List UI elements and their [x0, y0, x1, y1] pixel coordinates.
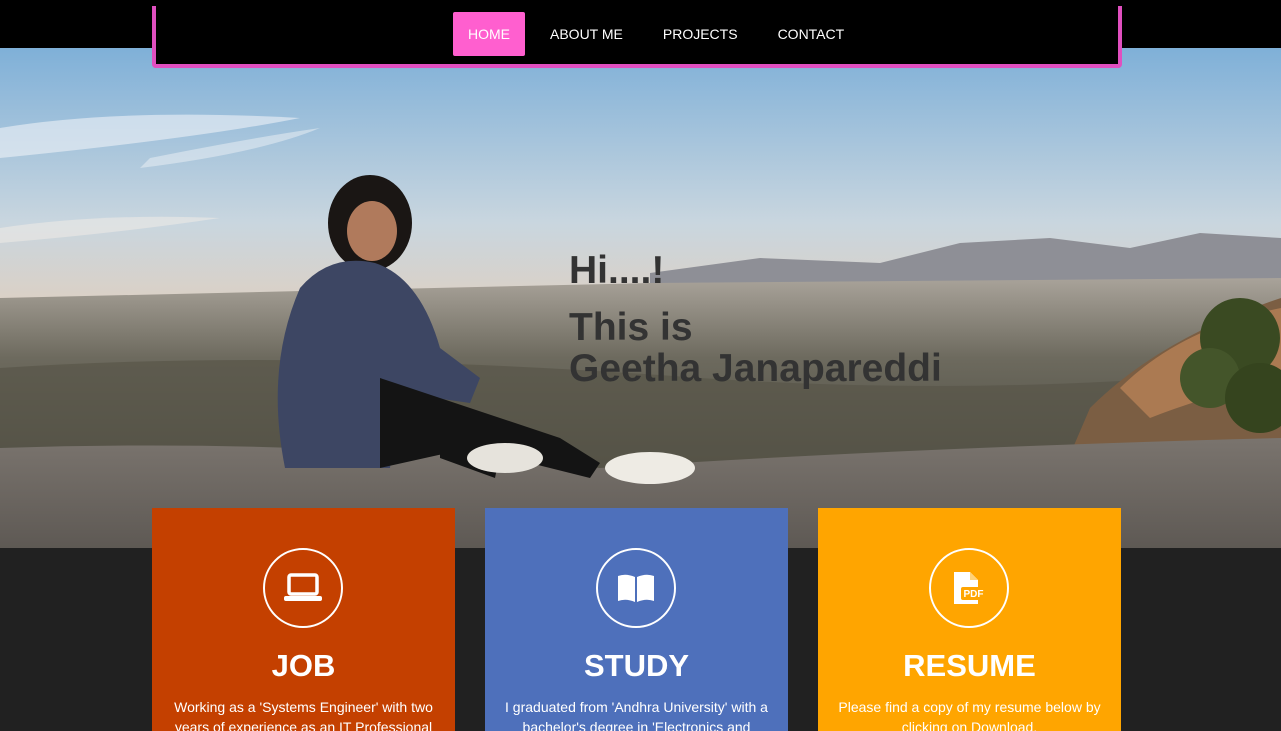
- job-card: JOB Working as a 'Systems Engineer' with…: [152, 508, 455, 731]
- hero-intro: This is: [569, 306, 693, 349]
- study-description: I graduated from 'Andhra University' wit…: [505, 699, 768, 731]
- job-description: Working as a 'Systems Engineer' with two…: [174, 699, 433, 731]
- resume-card: PDF RESUME Please find a copy of my resu…: [818, 508, 1121, 731]
- laptop-icon: [263, 548, 343, 628]
- study-title: STUDY: [583, 648, 690, 683]
- job-title: JOB: [271, 648, 336, 683]
- nav-projects-link[interactable]: PROJECTS: [648, 12, 753, 56]
- open-book-icon: [596, 548, 676, 628]
- nav-contact-link[interactable]: CONTACT: [763, 12, 860, 56]
- nav-links: HOME ABOUT ME PROJECTS CONTACT: [453, 12, 869, 56]
- svg-text:PDF: PDF: [964, 589, 984, 600]
- hero-greeting: Hi....!: [569, 249, 665, 292]
- pdf-file-icon: PDF: [929, 548, 1009, 628]
- study-card: STUDY I graduated from 'Andhra Universit…: [485, 508, 788, 731]
- hero-heading: Hi....! This is Geetha Janapareddi: [569, 251, 942, 388]
- resume-description: Please find a copy of my resume below by…: [838, 699, 1101, 731]
- resume-title: RESUME: [903, 648, 1036, 683]
- hero-name: Geetha Janapareddi: [569, 347, 942, 390]
- nav-about-link[interactable]: ABOUT ME: [535, 12, 638, 56]
- nav-home-link[interactable]: HOME: [453, 12, 525, 56]
- main-navbar: HOME ABOUT ME PROJECTS CONTACT: [152, 6, 1122, 68]
